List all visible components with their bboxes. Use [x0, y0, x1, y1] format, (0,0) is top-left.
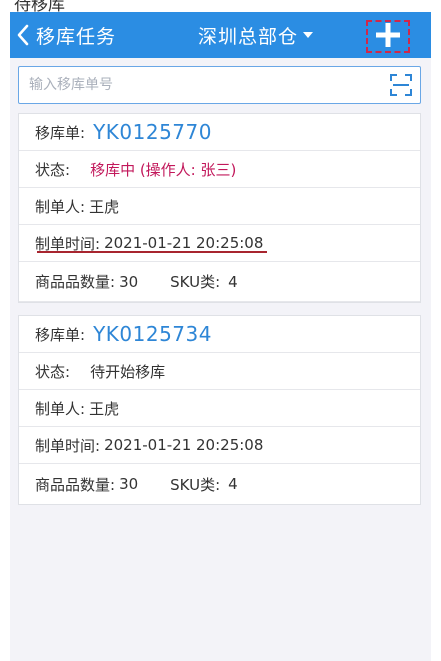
quantity-value: 30 — [119, 475, 139, 493]
order-number-row: 移库单: YK0125734 — [19, 316, 420, 353]
creator-row: 制单人: 王虎 — [19, 188, 420, 225]
warehouse-name: 深圳总部仓 — [198, 25, 299, 48]
order-search-input[interactable] — [19, 67, 379, 102]
status-row: 状态: 待开始移库 — [19, 353, 420, 390]
order-number[interactable]: YK0125770 — [93, 120, 212, 144]
transfer-order-card[interactable]: 移库单: YK0125734 状态: 待开始移库 制单人: 王虎 制单时间: 2… — [18, 315, 421, 505]
creator-label: 制单人: — [35, 197, 86, 216]
quantity-row: 商品品数量: 30 SKU类: 4 — [19, 464, 420, 504]
status-label: 状态: — [35, 160, 71, 179]
quantity-row: 商品品数量: 30 SKU类: 4 — [19, 262, 420, 302]
warehouse-dropdown[interactable]: 深圳总部仓 — [198, 20, 314, 50]
chevron-left-icon — [16, 24, 30, 46]
created-time-row: 制单时间: 2021-01-21 20:25:08 — [19, 427, 420, 464]
page-title: 移库任务 — [36, 25, 117, 48]
creator-value: 王虎 — [89, 197, 120, 216]
annotation-underline — [37, 251, 267, 253]
sku-label: SKU类: — [170, 475, 221, 494]
back-button[interactable]: 移库任务 — [16, 20, 116, 50]
quantity-label: 商品品数量: — [35, 475, 116, 494]
order-number[interactable]: YK0125734 — [93, 322, 212, 346]
creator-row: 制单人: 王虎 — [19, 390, 420, 427]
creator-value: 王虎 — [89, 399, 120, 418]
status-row: 状态: 移库中 (操作人: 张三) — [19, 151, 420, 188]
sku-value: 4 — [228, 475, 238, 493]
created-time-label: 制单时间: — [35, 436, 101, 455]
navigation-bar: 移库任务 深圳总部仓 — [10, 12, 431, 58]
status-value: 待开始移库 — [90, 362, 166, 381]
order-number-row: 移库单: YK0125770 — [19, 114, 420, 151]
quantity-value: 30 — [119, 272, 139, 291]
sku-value: 4 — [228, 272, 238, 291]
transfer-order-card[interactable]: 移库单: YK0125770 状态: 移库中 (操作人: 张三) 制单人: 王虎… — [18, 113, 421, 303]
app-screen: 移库任务 深圳总部仓 输入移库单号 移库单: YK0125770 状态: 移库中… — [10, 12, 431, 661]
creator-label: 制单人: — [35, 399, 86, 418]
created-time-value: 2021-01-21 20:25:08 — [104, 436, 264, 454]
caret-down-icon — [303, 32, 314, 38]
status-value: 移库中 (操作人: 张三) — [90, 160, 237, 179]
order-number-label: 移库单: — [35, 325, 86, 344]
previous-screen-title: 待移库 — [14, 0, 65, 12]
created-time-value: 2021-01-21 20:25:08 — [104, 234, 264, 252]
created-time-row: 制单时间: 2021-01-21 20:25:08 — [19, 225, 420, 262]
order-number-label: 移库单: — [35, 123, 86, 142]
add-transfer-button[interactable] — [366, 20, 410, 53]
scan-icon[interactable] — [390, 74, 412, 96]
sku-label: SKU类: — [170, 273, 221, 291]
status-label: 状态: — [35, 362, 71, 381]
plus-icon — [375, 22, 401, 52]
search-box — [18, 66, 421, 104]
quantity-label: 商品品数量: — [35, 273, 116, 291]
previous-screen-title-strip: 待移库 — [0, 0, 441, 12]
